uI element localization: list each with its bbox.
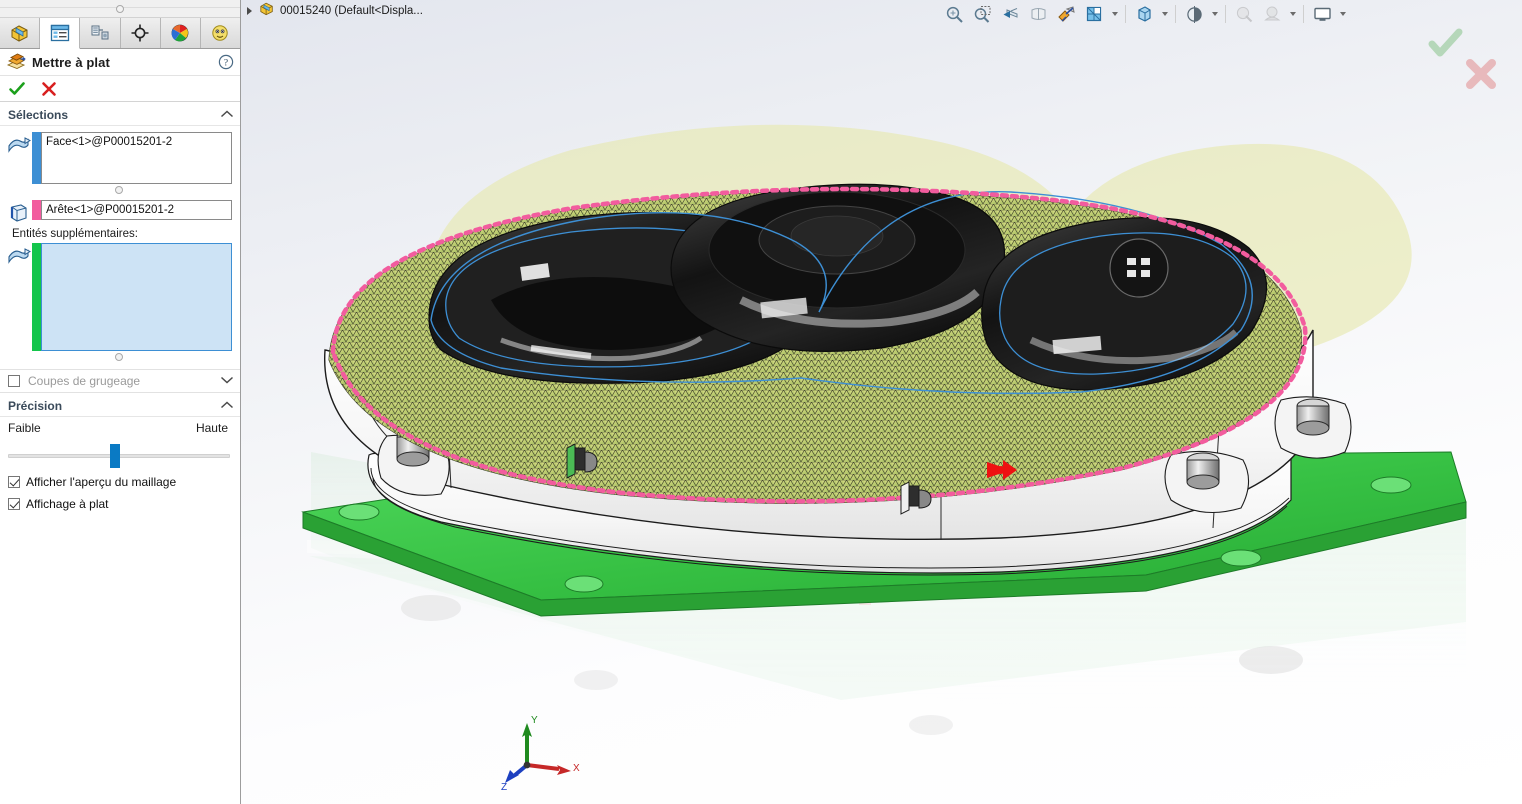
edge-selection-field[interactable]: Arête<1>@P00015201-2 <box>41 200 232 220</box>
precision-slider-thumb[interactable] <box>110 444 121 468</box>
property-list-icon <box>50 24 70 42</box>
dimxpert-manager-tab[interactable] <box>120 18 161 48</box>
relief-cuts-label: Coupes de grugeage <box>28 374 141 388</box>
cancel-feature-button[interactable] <box>40 80 58 98</box>
relief-cuts-checkbox[interactable] <box>8 375 20 387</box>
part-cube-icon <box>9 23 31 43</box>
triad-x-label: X <box>573 763 580 774</box>
face-color-swatch <box>32 132 41 184</box>
configuration-manager-tab[interactable] <box>80 18 121 48</box>
precision-group-title: Précision <box>8 398 63 413</box>
relief-cuts-group[interactable]: Coupes de grugeage <box>0 369 240 393</box>
chevron-down-icon[interactable] <box>220 372 234 390</box>
property-manager-panel: Mettre à plat ? Sélections Face<1>@P0001… <box>0 0 241 804</box>
display-mode-button[interactable] <box>1309 2 1335 26</box>
previous-view-button[interactable] <box>997 2 1023 26</box>
appearance-dropdown-caret[interactable] <box>1209 2 1220 26</box>
extra-entities-row <box>6 243 232 351</box>
display-style-button[interactable] <box>1081 2 1107 26</box>
section-view-button[interactable] <box>1025 2 1051 26</box>
gear-face-icon <box>210 23 230 43</box>
view-settings-button[interactable] <box>1259 2 1285 26</box>
flat-display-option[interactable]: Affichage à plat <box>0 493 240 515</box>
hide-show-dropdown-caret[interactable] <box>1159 2 1170 26</box>
panel-splitter-handle[interactable] <box>0 0 240 18</box>
face-selection-field[interactable]: Face<1>@P00015201-2 <box>41 132 232 184</box>
svg-text:?: ? <box>224 59 228 69</box>
precision-range-labels: Faible Haute <box>0 417 240 435</box>
panel-collapse-dot[interactable] <box>116 4 124 13</box>
edit-appearance-button[interactable] <box>1181 2 1207 26</box>
crosshair-icon <box>130 23 150 43</box>
edge-color-swatch <box>32 200 41 220</box>
view-settings-dropdown-caret[interactable] <box>1287 2 1298 26</box>
graphics-viewport[interactable]: 00015240 (Default<Displa... Y X Z <box>241 0 1522 804</box>
manager-tab-strip <box>0 18 241 49</box>
hide-show-items-button[interactable] <box>1131 2 1157 26</box>
feature-header: Mettre à plat ? <box>0 49 240 76</box>
display-mode-dropdown-caret[interactable] <box>1337 2 1348 26</box>
show-mesh-preview-label: Afficher l'aperçu du maillage <box>26 475 177 489</box>
toolbar-separator <box>1303 5 1304 23</box>
face-field-resize-handle[interactable] <box>6 186 232 194</box>
feature-actions <box>0 76 240 102</box>
show-mesh-preview-checkbox[interactable] <box>8 476 20 488</box>
edge-selection-row: Arête<1>@P00015201-2 <box>6 200 232 226</box>
precision-low-label: Faible <box>8 421 41 435</box>
heads-up-view-toolbar <box>941 0 1348 28</box>
flat-display-checkbox[interactable] <box>8 498 20 510</box>
toolbar-separator <box>1175 5 1176 23</box>
addins-manager-tab[interactable] <box>200 18 241 48</box>
document-name: 00015240 (Default<Displa... <box>280 5 423 17</box>
help-icon[interactable]: ? <box>218 54 234 70</box>
accept-feature-button[interactable] <box>8 80 26 98</box>
zoom-to-area-button[interactable] <box>969 2 995 26</box>
toolbar-separator <box>1125 5 1126 23</box>
extra-field-resize-handle[interactable] <box>6 353 232 361</box>
edge-select-icon <box>6 200 32 226</box>
extra-entities-field[interactable] <box>41 243 232 351</box>
selections-group-title: Sélections <box>8 107 69 122</box>
part-cube-icon <box>259 1 275 21</box>
chevron-up-icon[interactable] <box>220 106 234 124</box>
show-mesh-preview-option[interactable]: Afficher l'aperçu du maillage <box>0 471 240 493</box>
coordinate-triad: Y X Z <box>497 713 585 796</box>
precision-group-header[interactable]: Précision <box>0 395 240 417</box>
zoom-to-fit-button[interactable] <box>941 2 967 26</box>
chevron-up-icon[interactable] <box>220 397 234 415</box>
color-sphere-icon <box>170 23 190 43</box>
display-style-dropdown-caret[interactable] <box>1109 2 1120 26</box>
solidworks-window: Mettre à plat ? Sélections Face<1>@P0001… <box>0 0 1522 804</box>
configuration-icon <box>90 24 110 42</box>
face-selection-row: Face<1>@P00015201-2 <box>6 132 232 184</box>
property-manager-tab[interactable] <box>40 18 81 49</box>
apply-scene-button[interactable] <box>1231 2 1257 26</box>
selections-group-body: Face<1>@P00015201-2 Arête<1>@P00015201-2… <box>0 126 240 369</box>
precision-high-label: Haute <box>195 421 228 435</box>
feature-manager-tree-tab[interactable] <box>0 18 41 48</box>
selections-group-header[interactable]: Sélections <box>0 104 240 126</box>
face-select-icon <box>6 243 32 269</box>
precision-slider[interactable] <box>8 441 230 471</box>
face-select-icon <box>6 132 32 158</box>
extra-entities-label: Entités supplémentaires: <box>12 228 138 240</box>
display-manager-tab[interactable] <box>160 18 201 48</box>
three-d-model[interactable] <box>241 0 1522 804</box>
page-title: Mettre à plat <box>32 54 110 70</box>
triad-y-label: Y <box>531 715 538 726</box>
flatten-icon <box>6 52 26 72</box>
view-orientation-button[interactable] <box>1053 2 1079 26</box>
expand-triangle-icon[interactable] <box>247 7 252 15</box>
extra-color-swatch <box>32 243 41 351</box>
triad-z-label: Z <box>501 782 507 791</box>
flat-display-label: Affichage à plat <box>26 497 109 511</box>
toolbar-separator <box>1225 5 1226 23</box>
